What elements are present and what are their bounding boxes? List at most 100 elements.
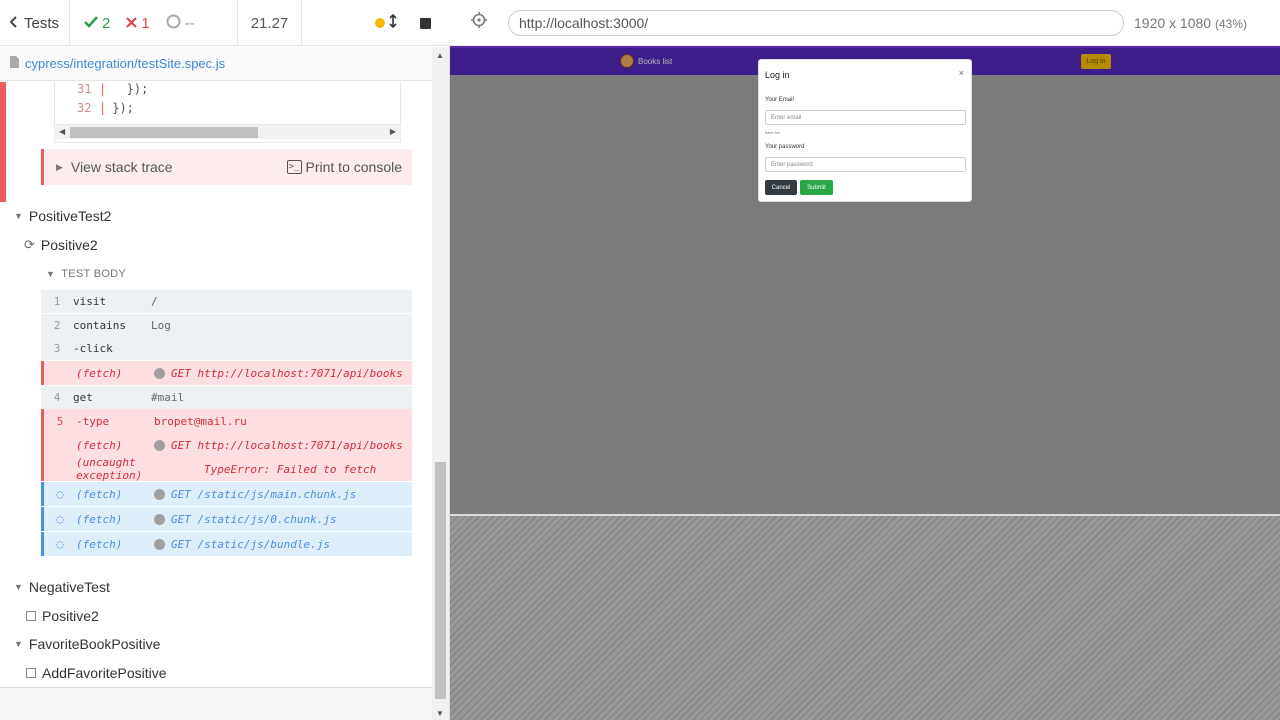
command-number: 2: [53, 319, 61, 332]
command-message-text: GET http://localhost:7071/api/books: [171, 366, 403, 380]
scroll-down-icon[interactable]: ▼: [436, 709, 444, 718]
command-name: visit: [73, 295, 107, 308]
reporter-vertical-scrollbar[interactable]: ▲ ▼: [432, 47, 449, 720]
file-icon: [10, 56, 19, 71]
command-row[interactable]: 4 get #mail: [41, 386, 412, 410]
viewport-dimensions: 1920 x 1080: [1134, 14, 1212, 31]
status-dot-icon: [375, 18, 385, 28]
passed-value: 2: [102, 14, 111, 32]
test-title: Positive2: [42, 608, 99, 624]
command-message: GET http://localhost:7071/api/books: [154, 439, 403, 452]
command-message: GET /static/js/main.chunk.js: [154, 488, 356, 501]
command-row[interactable]: (fetch) GET http://localhost:7071/api/bo…: [41, 433, 412, 457]
suite-title: NegativeTest: [28, 579, 110, 595]
command-number: 4: [53, 391, 61, 404]
test-positive2-pending[interactable]: Positive2: [26, 608, 99, 624]
status-dot-icon: [154, 368, 165, 379]
view-stack-trace[interactable]: ▶ View stack trace: [56, 159, 173, 175]
suite-negative-test[interactable]: ▼ NegativeTest: [14, 579, 110, 595]
caret-right-icon: ▶: [56, 161, 63, 172]
password-field[interactable]: Enter password: [765, 157, 966, 172]
email-help-text: have fun: [765, 130, 781, 135]
failed-value: 1: [141, 14, 150, 32]
books-list-label: Books list: [638, 56, 673, 66]
command-name: contains: [73, 319, 126, 332]
test-positive2[interactable]: ⟳ Positive2: [24, 237, 98, 253]
command-number: 5: [56, 414, 64, 428]
code-line: 31 | });: [55, 82, 400, 101]
command-message: /: [151, 295, 158, 308]
scroll-thumb[interactable]: [70, 127, 258, 138]
command-row[interactable]: ◌ (fetch) GET /static/js/bundle.js: [41, 532, 412, 556]
failed-test-indicator: [0, 82, 6, 202]
caret-down-icon: ▼: [14, 639, 23, 649]
nav-login-button[interactable]: Log in: [1081, 54, 1111, 69]
pending-circle-icon: [166, 14, 181, 33]
viewport-size: 1920 x 1080 (43%): [1134, 15, 1247, 31]
test-body-label: TEST BODY: [61, 268, 127, 280]
line-number: 31: [77, 82, 92, 96]
command-message-text: GET http://localhost:7071/api/books: [171, 438, 403, 452]
tests-label: Tests: [23, 14, 59, 32]
test-title: Positive2: [40, 237, 98, 253]
command-number: 3: [53, 342, 61, 355]
stack-trace-label: View stack trace: [70, 159, 173, 175]
command-row[interactable]: (uncaught exception) TypeError: Failed t…: [41, 456, 412, 482]
test-counts: 2 1 --: [70, 0, 238, 46]
scroll-right-icon[interactable]: ▶: [390, 127, 396, 136]
print-to-console-button[interactable]: >_ Print to console: [286, 159, 403, 175]
passed-count: 2: [84, 15, 110, 32]
suite-title: FavoriteBookPositive: [28, 636, 161, 652]
test-title: AddFavoritePositive: [42, 665, 167, 681]
url-bar[interactable]: http://localhost:3000/: [508, 9, 1124, 36]
command-row[interactable]: 2 contains Log: [41, 314, 412, 338]
failed-count: 1: [126, 14, 150, 32]
suite-title: PositiveTest2: [28, 208, 112, 224]
command-message: bropet@mail.ru: [154, 414, 247, 428]
caret-down-icon: ▼: [14, 582, 23, 592]
command-name: (fetch): [76, 512, 123, 526]
command-row[interactable]: ◌ (fetch) GET /static/js/0.chunk.js: [41, 507, 412, 531]
stop-button[interactable]: [400, 0, 450, 46]
email-field[interactable]: Enter email: [765, 110, 966, 125]
command-row[interactable]: 5 -type bropet@mail.ru: [41, 409, 412, 433]
password-label: Your password: [765, 144, 805, 150]
line-text: });: [112, 101, 134, 115]
test-body-header[interactable]: ▼ TEST BODY: [46, 268, 126, 280]
status-dot-icon: [154, 514, 165, 525]
books-list-link[interactable]: Books list: [620, 54, 672, 68]
command-row[interactable]: 1 visit /: [41, 290, 412, 314]
x-icon: [126, 15, 138, 32]
refresh-icon: ⟳: [24, 237, 35, 252]
cancel-button[interactable]: Cancel: [765, 180, 797, 195]
auto-scroll-toggle[interactable]: [372, 0, 400, 46]
spec-path[interactable]: cypress/integration/testSite.spec.js: [25, 56, 225, 71]
close-icon[interactable]: ×: [959, 68, 964, 78]
command-row[interactable]: ◌ (fetch) GET /static/js/main.chunk.js: [41, 482, 412, 506]
test-add-favorite-positive[interactable]: AddFavoritePositive: [26, 665, 167, 681]
reporter-panel: Tests 2 1 -- 21.27 cypress/integration/t…: [0, 0, 450, 720]
command-name: (fetch): [76, 537, 123, 551]
app-under-test-frame: Books list Log in Log in × Your Email En…: [450, 46, 1280, 514]
print-label: Print to console: [305, 159, 403, 175]
scroll-left-icon[interactable]: ◀: [59, 127, 65, 136]
line-number: 32: [77, 101, 92, 115]
suite-favorite-book-positive[interactable]: ▼ FavoriteBookPositive: [14, 636, 160, 652]
suite-positive-test2[interactable]: ▼ PositiveTest2: [14, 208, 111, 224]
checkbox-icon: [26, 668, 36, 678]
login-modal: Log in × Your Email Enter email have fun…: [758, 59, 972, 202]
command-row[interactable]: (fetch) GET http://localhost:7071/api/bo…: [41, 361, 412, 385]
pending-value: --: [184, 14, 195, 32]
tests-button[interactable]: Tests: [0, 0, 70, 46]
command-name: (uncaught exception): [76, 456, 143, 482]
scroll-thumb[interactable]: [435, 462, 446, 699]
command-row[interactable]: 3 -click: [41, 337, 412, 361]
status-dot-icon: [154, 539, 165, 550]
crosshair-icon: [471, 12, 487, 33]
selector-playground-button[interactable]: [450, 0, 508, 46]
scroll-up-icon[interactable]: ▲: [436, 51, 444, 60]
command-message: GET /static/js/0.chunk.js: [154, 513, 337, 526]
code-horizontal-scrollbar[interactable]: ◀ ▶: [54, 124, 401, 139]
command-message: GET http://localhost:7071/api/books: [154, 367, 403, 380]
submit-button[interactable]: Submit: [800, 180, 833, 195]
